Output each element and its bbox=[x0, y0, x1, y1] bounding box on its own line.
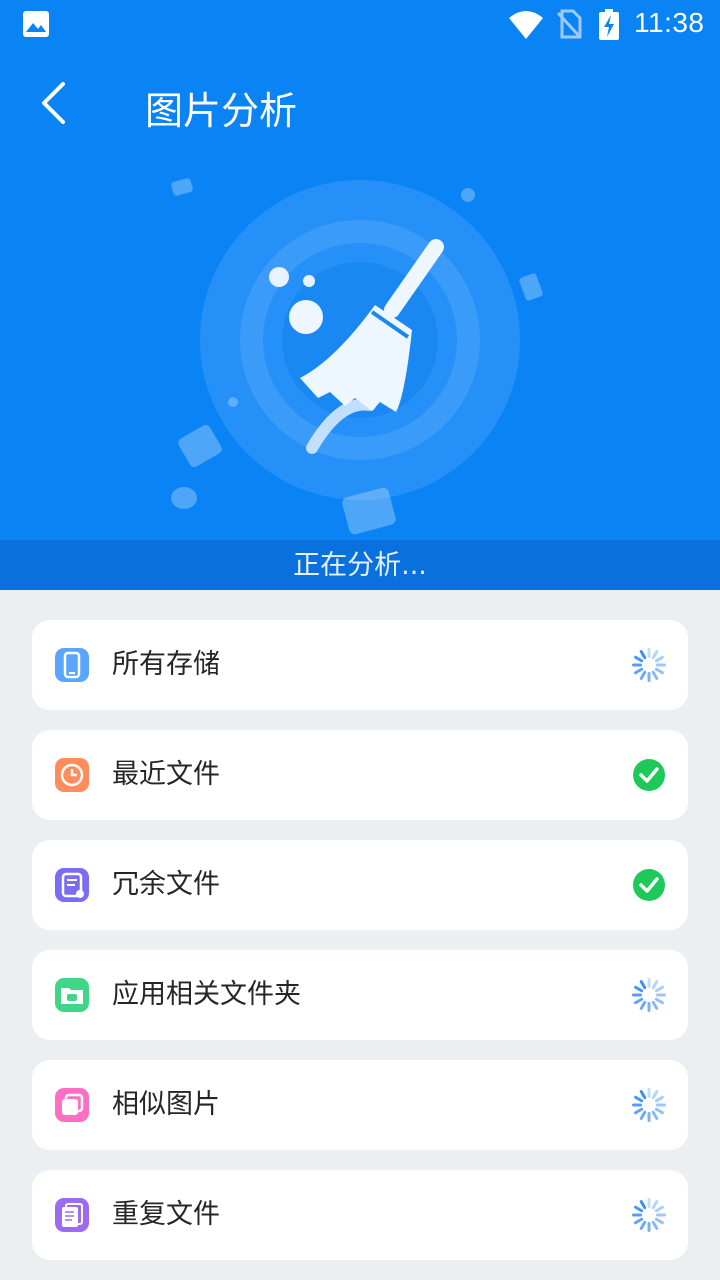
phone-storage-icon bbox=[55, 648, 89, 682]
list-item-label: 相似图片 bbox=[112, 1089, 220, 1120]
clock-icon bbox=[55, 758, 89, 792]
list-item[interactable]: 重复文件 bbox=[32, 1170, 688, 1260]
image-notification-icon bbox=[23, 11, 49, 37]
loading-spinner-icon bbox=[632, 1198, 666, 1232]
list-item-label: 重复文件 bbox=[112, 1199, 220, 1230]
list-item[interactable]: 应用相关文件夹 bbox=[32, 950, 688, 1040]
similar-images-icon bbox=[55, 1088, 89, 1122]
list-item[interactable]: 所有存储 bbox=[32, 620, 688, 710]
list-item-label: 最近文件 bbox=[112, 759, 220, 790]
list-item[interactable]: 相似图片 bbox=[32, 1060, 688, 1150]
loading-spinner-icon bbox=[632, 1088, 666, 1122]
battery-charging-icon bbox=[599, 9, 619, 40]
list-item-label: 所有存储 bbox=[112, 649, 220, 680]
broom-clean-icon bbox=[171, 178, 543, 535]
status-bar: 11:38 bbox=[0, 0, 720, 50]
back-button[interactable] bbox=[30, 78, 80, 128]
list-item-label: 应用相关文件夹 bbox=[112, 979, 301, 1010]
no-sim-icon bbox=[556, 9, 582, 39]
analysis-status: 正在分析... bbox=[0, 540, 720, 590]
check-done-icon bbox=[633, 759, 665, 791]
list-item[interactable]: 最近文件 bbox=[32, 730, 688, 820]
document-icon bbox=[55, 868, 89, 902]
hero-panel: 11:38 图片分析 正在分析... bbox=[0, 0, 720, 590]
loading-spinner-icon bbox=[632, 648, 666, 682]
back-arrow-icon bbox=[42, 82, 65, 124]
analysis-list: 所有存储最近文件冗余文件应用相关文件夹 相似图片重复文件 bbox=[32, 620, 688, 1280]
duplicate-files-icon bbox=[55, 1198, 89, 1232]
clock-time: 11:38 bbox=[634, 7, 705, 38]
page-title: 图片分析 bbox=[145, 89, 298, 133]
wifi-icon bbox=[509, 11, 543, 39]
list-item-label: 冗余文件 bbox=[112, 869, 220, 900]
android-folder-icon bbox=[55, 978, 89, 1012]
list-item[interactable]: 冗余文件 bbox=[32, 840, 688, 930]
check-done-icon bbox=[633, 869, 665, 901]
loading-spinner-icon bbox=[632, 978, 666, 1012]
